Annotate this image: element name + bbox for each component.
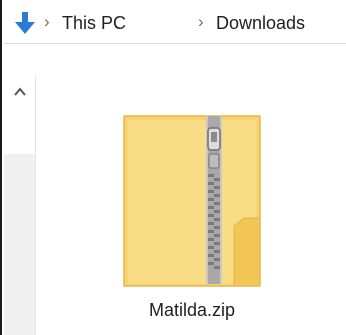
file-item[interactable]: Matilda.zip (112, 108, 272, 330)
scroll-up-button[interactable] (4, 76, 35, 154)
zip-folder-icon (123, 115, 261, 287)
breadcrumb-separator-icon[interactable]: › (198, 11, 204, 33)
vertical-scrollbar[interactable] (4, 76, 36, 335)
arrow-down-icon[interactable] (14, 11, 36, 35)
breadcrumb-separator-icon[interactable]: › (44, 11, 50, 33)
breadcrumb-downloads[interactable]: Downloads (216, 11, 305, 35)
file-explorer-window: › This PC › Downloads Matilda.zip (0, 0, 346, 335)
file-name-label: Matilda.zip (148, 300, 236, 320)
chevron-up-icon (14, 87, 26, 96)
scroll-track[interactable] (4, 154, 35, 335)
breadcrumb-this-pc[interactable]: This PC (62, 11, 126, 35)
address-bar[interactable]: › This PC › Downloads (4, 0, 346, 44)
